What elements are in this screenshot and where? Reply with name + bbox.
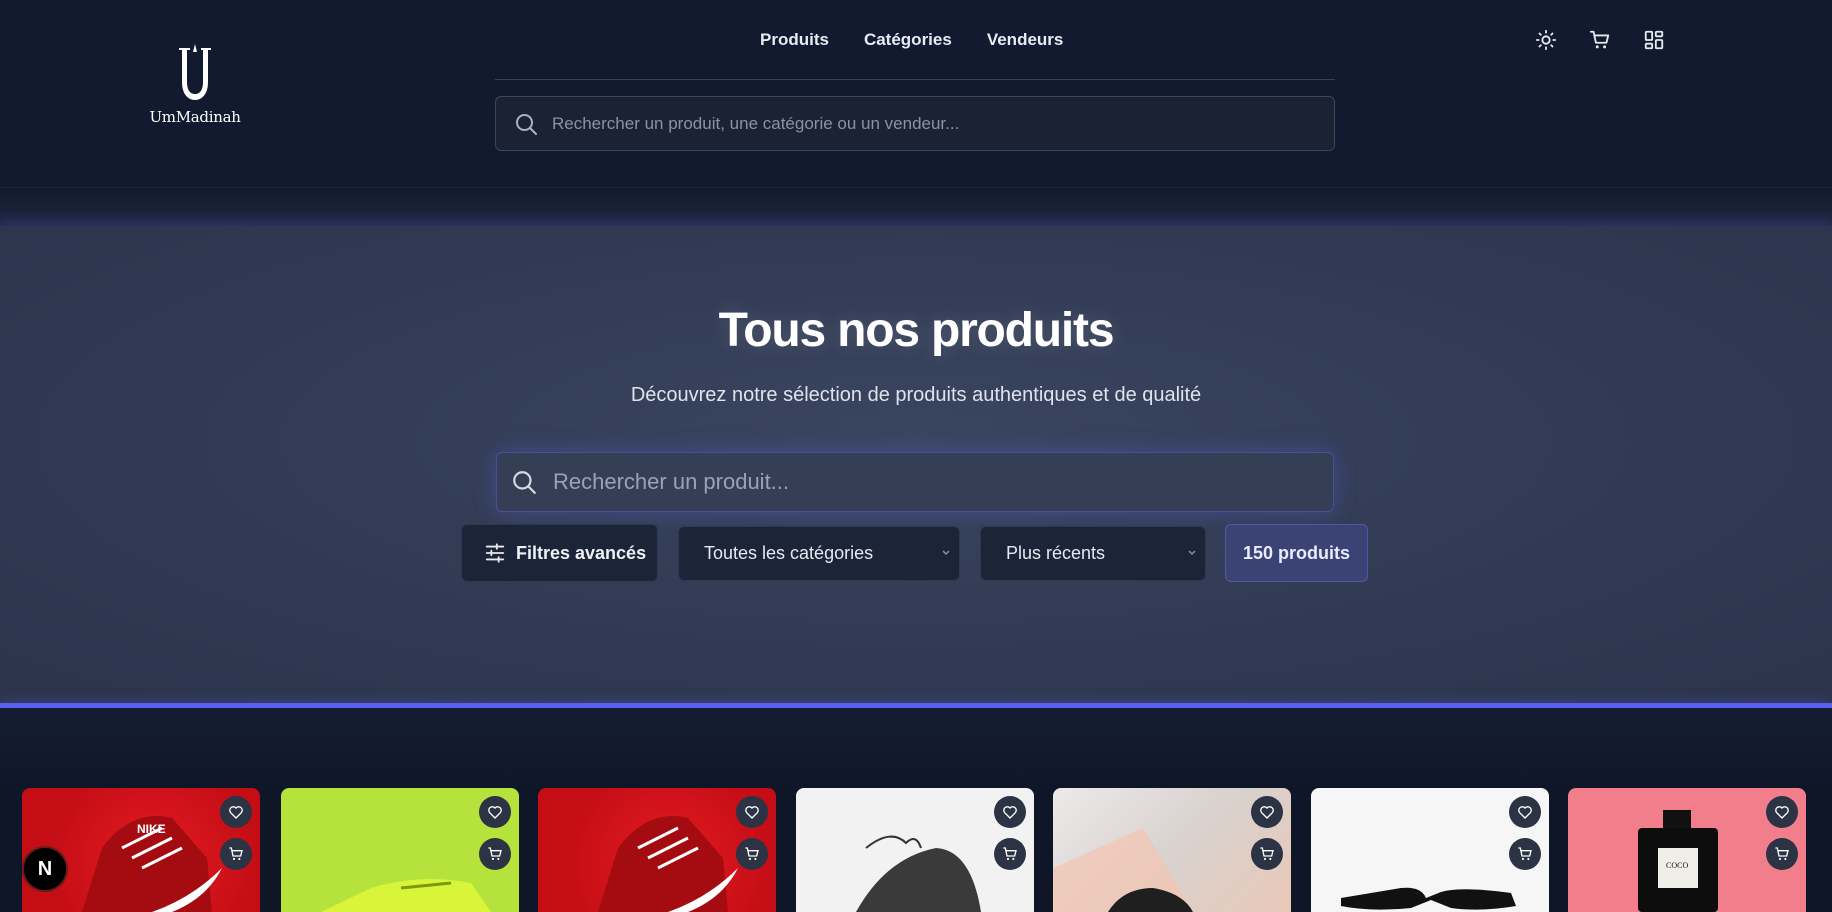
add-to-cart-button[interactable] bbox=[736, 838, 768, 870]
site-header: UmMadinah Produits Catégories Vendeurs bbox=[0, 0, 1832, 188]
grid-icon bbox=[1644, 30, 1664, 50]
heart-icon bbox=[488, 806, 502, 819]
product-card[interactable] bbox=[281, 788, 519, 912]
chevron-down-icon bbox=[1188, 550, 1196, 556]
product-card[interactable] bbox=[538, 788, 776, 912]
product-search-input[interactable] bbox=[553, 469, 1313, 495]
logo-mark-icon bbox=[179, 44, 211, 100]
heart-icon bbox=[1775, 806, 1789, 819]
header-spacer bbox=[0, 188, 1832, 226]
product-count-badge: 150 produits bbox=[1225, 524, 1368, 582]
product-card[interactable] bbox=[1053, 788, 1291, 912]
cart-icon bbox=[1003, 847, 1017, 861]
cart-icon bbox=[1775, 847, 1789, 861]
category-select-value: Toutes les catégories bbox=[704, 543, 874, 563]
sort-select[interactable]: Plus récents bbox=[980, 526, 1206, 581]
page-title: Tous nos produits bbox=[718, 304, 1115, 357]
category-select[interactable]: Toutes les catégories bbox=[678, 526, 960, 581]
heart-icon bbox=[1260, 806, 1274, 819]
favorite-button[interactable] bbox=[1766, 796, 1798, 828]
svg-text:COCO: COCO bbox=[1666, 861, 1688, 870]
product-card[interactable]: COCO bbox=[1568, 788, 1806, 912]
search-icon bbox=[516, 113, 537, 135]
add-to-cart-button[interactable] bbox=[1766, 838, 1798, 870]
advanced-filters-label: Filtres avancés bbox=[516, 542, 647, 563]
cart-icon bbox=[1589, 30, 1610, 49]
cart-button[interactable] bbox=[1588, 28, 1612, 52]
page-subtitle: Découvrez notre sélection de produits au… bbox=[630, 384, 1202, 406]
cart-icon bbox=[1260, 847, 1274, 861]
header-actions bbox=[1534, 28, 1666, 52]
theme-toggle-button[interactable] bbox=[1534, 28, 1558, 52]
header-search-input[interactable] bbox=[552, 113, 1312, 134]
cart-icon bbox=[745, 847, 759, 861]
sort-select-value: Plus récents bbox=[1006, 543, 1106, 563]
nav-link-produits[interactable]: Produits bbox=[760, 30, 829, 50]
heart-icon bbox=[1003, 806, 1017, 819]
search-icon bbox=[513, 471, 536, 494]
add-to-cart-button[interactable] bbox=[220, 838, 252, 870]
sun-icon bbox=[1535, 29, 1557, 51]
svg-text:NIKE: NIKE bbox=[137, 822, 166, 836]
advanced-filters-button[interactable]: Filtres avancés bbox=[461, 524, 658, 582]
favorite-button[interactable] bbox=[220, 796, 252, 828]
nav-divider bbox=[495, 79, 1335, 80]
add-to-cart-button[interactable] bbox=[1251, 838, 1283, 870]
filter-controls: Filtres avancés Toutes les catégories Pl… bbox=[0, 524, 1832, 582]
add-to-cart-button[interactable] bbox=[479, 838, 511, 870]
heart-icon bbox=[1518, 806, 1532, 819]
favorite-button[interactable] bbox=[1251, 796, 1283, 828]
product-card[interactable] bbox=[796, 788, 1034, 912]
header-search-box[interactable] bbox=[495, 96, 1335, 151]
nav-link-categories[interactable]: Catégories bbox=[864, 30, 952, 50]
favorite-button[interactable] bbox=[736, 796, 768, 828]
cart-icon bbox=[1518, 847, 1532, 861]
main-nav: Produits Catégories Vendeurs bbox=[760, 30, 1063, 50]
heart-icon bbox=[745, 806, 759, 819]
product-count-label: 150 produits bbox=[1242, 542, 1351, 563]
favorite-button[interactable] bbox=[479, 796, 511, 828]
add-to-cart-button[interactable] bbox=[994, 838, 1026, 870]
brand-logo[interactable]: UmMadinah bbox=[149, 44, 241, 140]
heart-icon bbox=[229, 806, 243, 819]
chevron-down-icon bbox=[942, 550, 950, 556]
cart-icon bbox=[229, 847, 243, 861]
product-card[interactable] bbox=[1311, 788, 1549, 912]
add-to-cart-button[interactable] bbox=[1509, 838, 1541, 870]
favorite-button[interactable] bbox=[1509, 796, 1541, 828]
product-search-box[interactable] bbox=[496, 452, 1334, 512]
dashboard-button[interactable] bbox=[1642, 28, 1666, 52]
dev-tools-badge[interactable]: N bbox=[22, 846, 68, 892]
sliders-icon bbox=[485, 543, 505, 563]
nav-link-vendeurs[interactable]: Vendeurs bbox=[987, 30, 1064, 50]
cart-icon bbox=[488, 847, 502, 861]
brand-name: UmMadinah bbox=[149, 108, 241, 126]
favorite-button[interactable] bbox=[994, 796, 1026, 828]
